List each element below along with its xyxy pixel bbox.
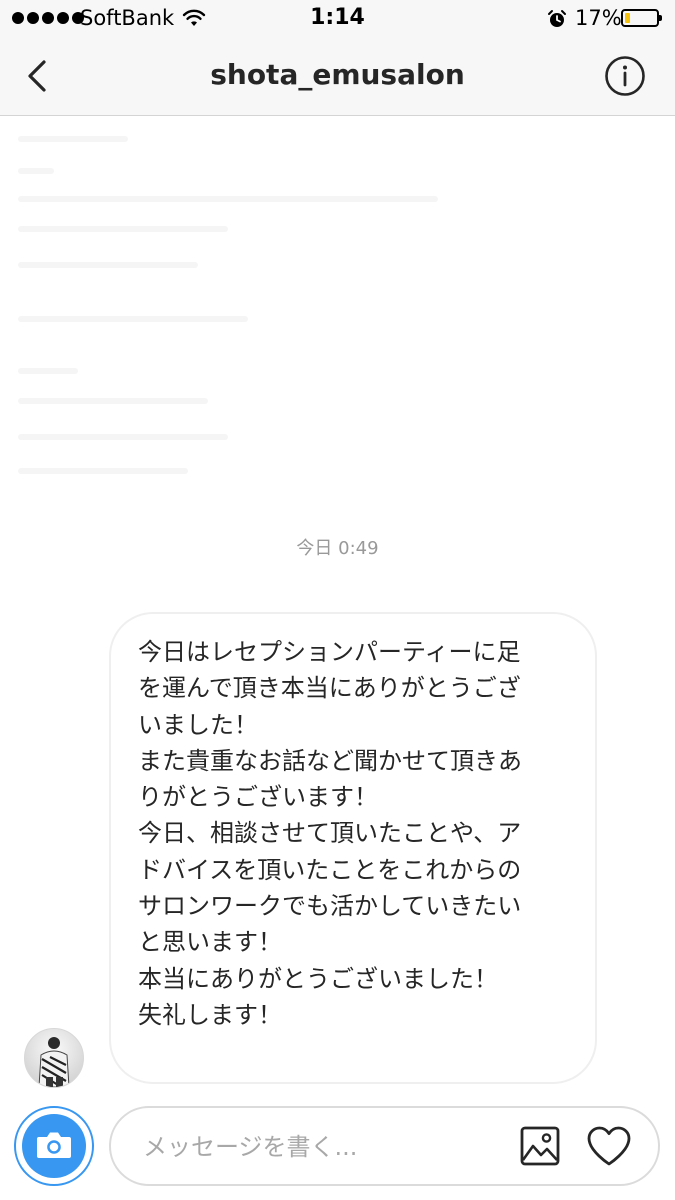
message-line: いました！ xyxy=(138,710,258,739)
message-line: 今日、相談させて頂いたことや、ア xyxy=(138,819,522,848)
conversation-title: shota_emusalon xyxy=(210,58,465,91)
info-circle-icon[interactable] xyxy=(604,55,646,97)
camera-icon xyxy=(22,1114,86,1178)
image-gallery-icon[interactable] xyxy=(519,1125,561,1167)
message-line: りがとうございます！ xyxy=(138,783,378,812)
message-line: と思います！ xyxy=(138,928,282,957)
battery-level-fill xyxy=(625,13,630,23)
conversation-thread[interactable]: 今日 0:49 今日はレセプションパーティーに足 を運んで頂き本当にありがとうご… xyxy=(0,116,675,1100)
message-line: サロンワークでも活かしていきたい xyxy=(138,892,522,921)
message-timestamp: 今日 0:49 xyxy=(296,538,379,559)
camera-button[interactable] xyxy=(14,1106,94,1186)
message-bubble[interactable]: 今日はレセプションパーティーに足 を運んで頂き本当にありがとうござ いました！ … xyxy=(109,612,597,1084)
message-input-container xyxy=(109,1106,660,1186)
heart-icon[interactable] xyxy=(586,1125,632,1167)
battery-percent: 17% xyxy=(575,6,622,30)
status-bar: SoftBank 1:14 17% xyxy=(0,0,675,38)
battery-icon xyxy=(621,9,662,27)
direct-message-screen: SoftBank 1:14 17% shota_emusalon 今日 0:49… xyxy=(0,0,675,1200)
avatar[interactable] xyxy=(24,1028,84,1088)
message-line: を運んで頂き本当にありがとうござ xyxy=(138,674,521,703)
avatar-person-icon xyxy=(38,1037,70,1087)
message-line: ドバイスを頂いたことをこれからの xyxy=(138,855,522,884)
message-line: また貴重なお話など聞かせて頂きあ xyxy=(138,746,522,775)
message-line: 今日はレセプションパーティーに足 xyxy=(138,638,521,666)
status-clock: 1:14 xyxy=(310,5,365,30)
alarm-icon xyxy=(548,10,566,27)
message-composer xyxy=(0,1100,675,1200)
message-line: 本当にありがとうございました！ xyxy=(138,964,498,993)
message-line: 失礼します！ xyxy=(138,1000,282,1029)
nav-bar: shota_emusalon xyxy=(0,38,675,116)
faded-previous-messages xyxy=(0,116,675,536)
message-input[interactable] xyxy=(143,1130,493,1164)
